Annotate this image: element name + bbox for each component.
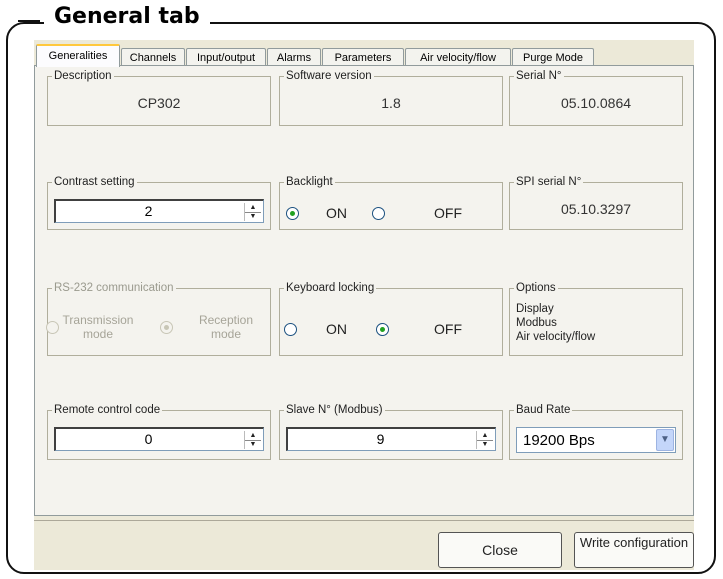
generalities-panel: Description CP302 Software version 1.8 S… <box>34 65 694 516</box>
baud-rate-label: Baud Rate <box>514 403 573 417</box>
backlight-off-label: OFF <box>434 205 462 221</box>
options-group: Options Display Modbus Air velocity/flow <box>509 281 683 356</box>
spi-serial-group: SPI serial N° 05.10.3297 <box>509 175 683 230</box>
keyboard-off-radio[interactable] <box>376 323 389 336</box>
software-version-label: Software version <box>284 69 374 83</box>
option-air-velocity: Air velocity/flow <box>516 331 596 343</box>
contrast-value: 2 <box>144 203 153 219</box>
spin-down-icon[interactable]: ▼ <box>477 440 493 449</box>
remote-code-spin-buttons: ▲ ▼ <box>244 431 261 449</box>
spi-serial-value: 05.10.3297 <box>560 201 632 217</box>
backlight-on-radio[interactable] <box>286 207 299 220</box>
software-version-value: 1.8 <box>381 95 401 111</box>
baud-rate-select[interactable]: 19200 Bps ▼ <box>516 427 676 453</box>
rs232-group: RS-232 communication Transmission mode R… <box>46 281 271 356</box>
remote-code-label: Remote control code <box>52 403 163 417</box>
remote-code-value: 0 <box>144 431 153 447</box>
tab-input-output[interactable]: Input/output <box>186 48 266 66</box>
slave-value: 9 <box>376 431 385 447</box>
keyboard-on-radio[interactable] <box>284 323 297 336</box>
remote-code-stepper[interactable]: 0 ▲ ▼ <box>54 427 264 451</box>
config-window: Generalities Channels Input/output Alarm… <box>34 40 694 570</box>
transmission-mode-radio[interactable] <box>46 321 59 334</box>
backlight-on-label: ON <box>326 205 347 221</box>
tab-channels[interactable]: Channels <box>121 48 185 66</box>
backlight-off-radio[interactable] <box>372 207 385 220</box>
description-group: Description CP302 <box>47 69 271 126</box>
chevron-down-icon[interactable]: ▼ <box>656 429 674 451</box>
tab-generalities[interactable]: Generalities <box>36 44 120 67</box>
serial-value: 05.10.0864 <box>560 95 632 111</box>
serial-group: Serial N° 05.10.0864 <box>509 69 683 126</box>
reception-mode-label: Reception mode <box>198 313 254 341</box>
backlight-label: Backlight <box>284 175 335 189</box>
rs232-label: RS-232 communication <box>52 281 176 295</box>
tab-alarms[interactable]: Alarms <box>267 48 321 66</box>
option-modbus: Modbus <box>516 317 557 329</box>
slave-stepper[interactable]: 9 ▲ ▼ <box>286 427 496 451</box>
slave-label: Slave N° (Modbus) <box>284 403 385 417</box>
tab-purge-mode[interactable]: Purge Mode <box>512 48 594 66</box>
baud-rate-group: Baud Rate 19200 Bps ▼ <box>509 403 683 460</box>
keyboard-locking-group: Keyboard locking ON OFF <box>279 281 503 356</box>
footer-divider <box>34 520 694 521</box>
spin-down-icon[interactable]: ▼ <box>245 212 261 221</box>
frame-title: General tab <box>44 4 210 30</box>
baud-rate-value: 19200 Bps <box>523 432 595 449</box>
spi-serial-label: SPI serial N° <box>514 175 584 189</box>
frame-tick <box>18 20 40 22</box>
slave-group: Slave N° (Modbus) 9 ▲ ▼ <box>279 403 503 460</box>
keyboard-locking-label: Keyboard locking <box>284 281 377 295</box>
contrast-label: Contrast setting <box>52 175 137 189</box>
keyboard-off-label: OFF <box>434 321 462 337</box>
keyboard-on-label: ON <box>326 321 347 337</box>
software-version-group: Software version 1.8 <box>279 69 503 126</box>
serial-label: Serial N° <box>514 69 564 83</box>
close-button[interactable]: Close <box>438 532 562 568</box>
spin-down-icon[interactable]: ▼ <box>245 440 261 449</box>
option-display: Display <box>516 303 554 315</box>
backlight-group: Backlight ON OFF <box>279 175 503 230</box>
reception-mode-radio[interactable] <box>160 321 173 334</box>
tab-air-velocity-flow[interactable]: Air velocity/flow <box>405 48 511 66</box>
description-value: CP302 <box>137 95 181 111</box>
contrast-spin-buttons: ▲ ▼ <box>244 203 261 221</box>
tab-parameters[interactable]: Parameters <box>322 48 404 66</box>
contrast-stepper[interactable]: 2 ▲ ▼ <box>54 199 264 223</box>
description-label: Description <box>52 69 114 83</box>
remote-code-group: Remote control code 0 ▲ ▼ <box>47 403 271 460</box>
write-configuration-button[interactable]: Write configuration <box>574 532 694 568</box>
slave-spin-buttons: ▲ ▼ <box>476 431 493 449</box>
options-label: Options <box>514 281 558 295</box>
transmission-mode-label: Transmission mode <box>62 313 134 341</box>
contrast-group: Contrast setting 2 ▲ ▼ <box>47 175 271 230</box>
